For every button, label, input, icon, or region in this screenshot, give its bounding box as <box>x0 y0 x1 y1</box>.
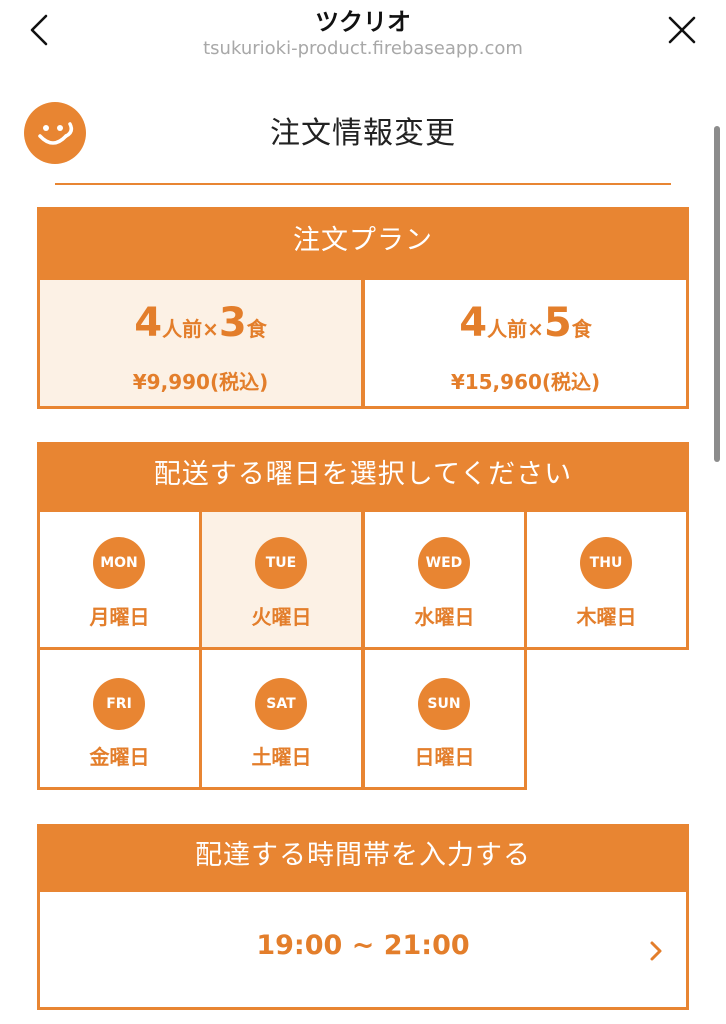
plan-option-4x3-servings: 4人前×3食 <box>134 300 267 346</box>
day-label: 木曜日 <box>576 605 637 629</box>
time-section: 配達する時間帯を入力する 19:00 ~ 21:00 <box>37 824 689 1010</box>
day-option-mon[interactable]: MON 月曜日 <box>37 509 202 650</box>
day-option-tue[interactable]: TUE 火曜日 <box>199 509 364 650</box>
plan-heading: 注文プラン <box>37 207 689 279</box>
scrollbar[interactable] <box>714 126 720 462</box>
day-option-thu[interactable]: THU 木曜日 <box>524 509 689 650</box>
day-label: 土曜日 <box>251 745 312 769</box>
time-value: 19:00 ~ 21:00 <box>256 930 470 961</box>
close-icon <box>668 16 696 44</box>
plan-option-4x5[interactable]: 4人前×5食 ¥15,960(税込) <box>362 277 689 409</box>
day-option-fri[interactable]: FRI 金曜日 <box>37 647 202 790</box>
day-badge: WED <box>418 537 470 589</box>
site-url: tsukurioki-product.firebaseapp.com <box>203 38 523 59</box>
chevron-right-icon <box>650 941 662 961</box>
day-section: 配送する曜日を選択してください MON 月曜日 TUE 火曜日 WED 水曜日 … <box>37 442 689 790</box>
plan-option-4x3-price: ¥9,990(税込) <box>132 370 269 394</box>
day-label: 水曜日 <box>414 605 475 629</box>
day-label: 日曜日 <box>414 745 475 769</box>
day-badge: THU <box>580 537 632 589</box>
page-title: 注文情報変更 <box>270 116 456 151</box>
day-badge: SAT <box>255 678 307 730</box>
plan-option-4x5-price: ¥15,960(税込) <box>450 370 601 394</box>
header-divider <box>55 183 671 185</box>
day-badge: FRI <box>93 678 145 730</box>
day-badge: MON <box>93 537 145 589</box>
day-badge: SUN <box>418 678 470 730</box>
browser-bar: ツクリオ tsukurioki-product.firebaseapp.com <box>0 0 726 78</box>
day-option-sat[interactable]: SAT 土曜日 <box>199 647 364 790</box>
time-heading: 配達する時間帯を入力する <box>37 824 689 892</box>
plan-section: 注文プラン 4人前×3食 ¥9,990(税込) 4人前×5食 ¥15,960(税… <box>37 207 689 409</box>
day-badge: TUE <box>255 537 307 589</box>
close-button[interactable] <box>662 10 702 50</box>
site-title: ツクリオ <box>315 8 411 36</box>
plan-option-4x5-servings: 4人前×5食 <box>459 300 592 346</box>
day-label: 金曜日 <box>89 745 150 769</box>
day-label: 火曜日 <box>251 605 312 629</box>
plan-option-4x3[interactable]: 4人前×3食 ¥9,990(税込) <box>37 277 364 409</box>
day-option-sun[interactable]: SUN 日曜日 <box>362 647 527 790</box>
day-option-wed[interactable]: WED 水曜日 <box>362 509 527 650</box>
day-heading: 配送する曜日を選択してください <box>37 442 689 512</box>
time-selector[interactable]: 19:00 ~ 21:00 <box>37 889 689 1010</box>
day-label: 月曜日 <box>89 605 150 629</box>
